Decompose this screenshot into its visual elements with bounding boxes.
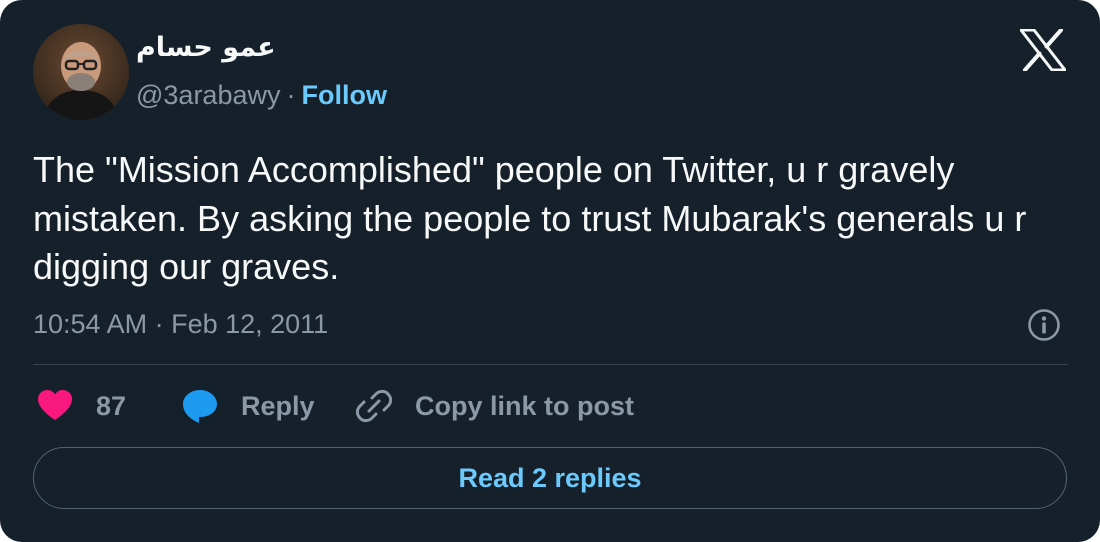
- display-name[interactable]: عمو حسام: [136, 30, 276, 66]
- separator-dot: ·: [286, 80, 296, 110]
- tweet-embed-card: عمو حسام @3arabawy · Follow The "Mission A…: [0, 0, 1100, 542]
- copy-link-label: Copy link to post: [415, 390, 634, 421]
- tweet-text: The "Mission Accomplished" people on Twi…: [33, 149, 1027, 287]
- speech-bubble-icon: [180, 386, 220, 426]
- read-replies-label: Read 2 replies: [458, 462, 642, 493]
- info-icon[interactable]: [1027, 308, 1061, 342]
- divider: [33, 364, 1068, 365]
- heart-icon: [35, 386, 75, 426]
- copy-link-button[interactable]: Copy link to post: [355, 386, 634, 426]
- link-icon: [355, 387, 393, 425]
- reply-label: Reply: [241, 390, 315, 421]
- like-button[interactable]: 87: [33, 386, 126, 426]
- avatar-image: [33, 24, 129, 120]
- user-handle[interactable]: @3arabawy: [136, 80, 280, 110]
- reply-button[interactable]: Reply: [180, 386, 315, 426]
- x-logo-icon[interactable]: [1019, 28, 1067, 72]
- handle-row: @3arabawy · Follow: [136, 78, 387, 112]
- like-count: 87: [96, 390, 127, 421]
- avatar[interactable]: [33, 24, 129, 120]
- read-replies-button[interactable]: Read 2 replies: [33, 447, 1067, 509]
- tweet-timestamp[interactable]: 10:54 AM · Feb 12, 2011: [33, 306, 328, 342]
- follow-button[interactable]: Follow: [301, 80, 386, 110]
